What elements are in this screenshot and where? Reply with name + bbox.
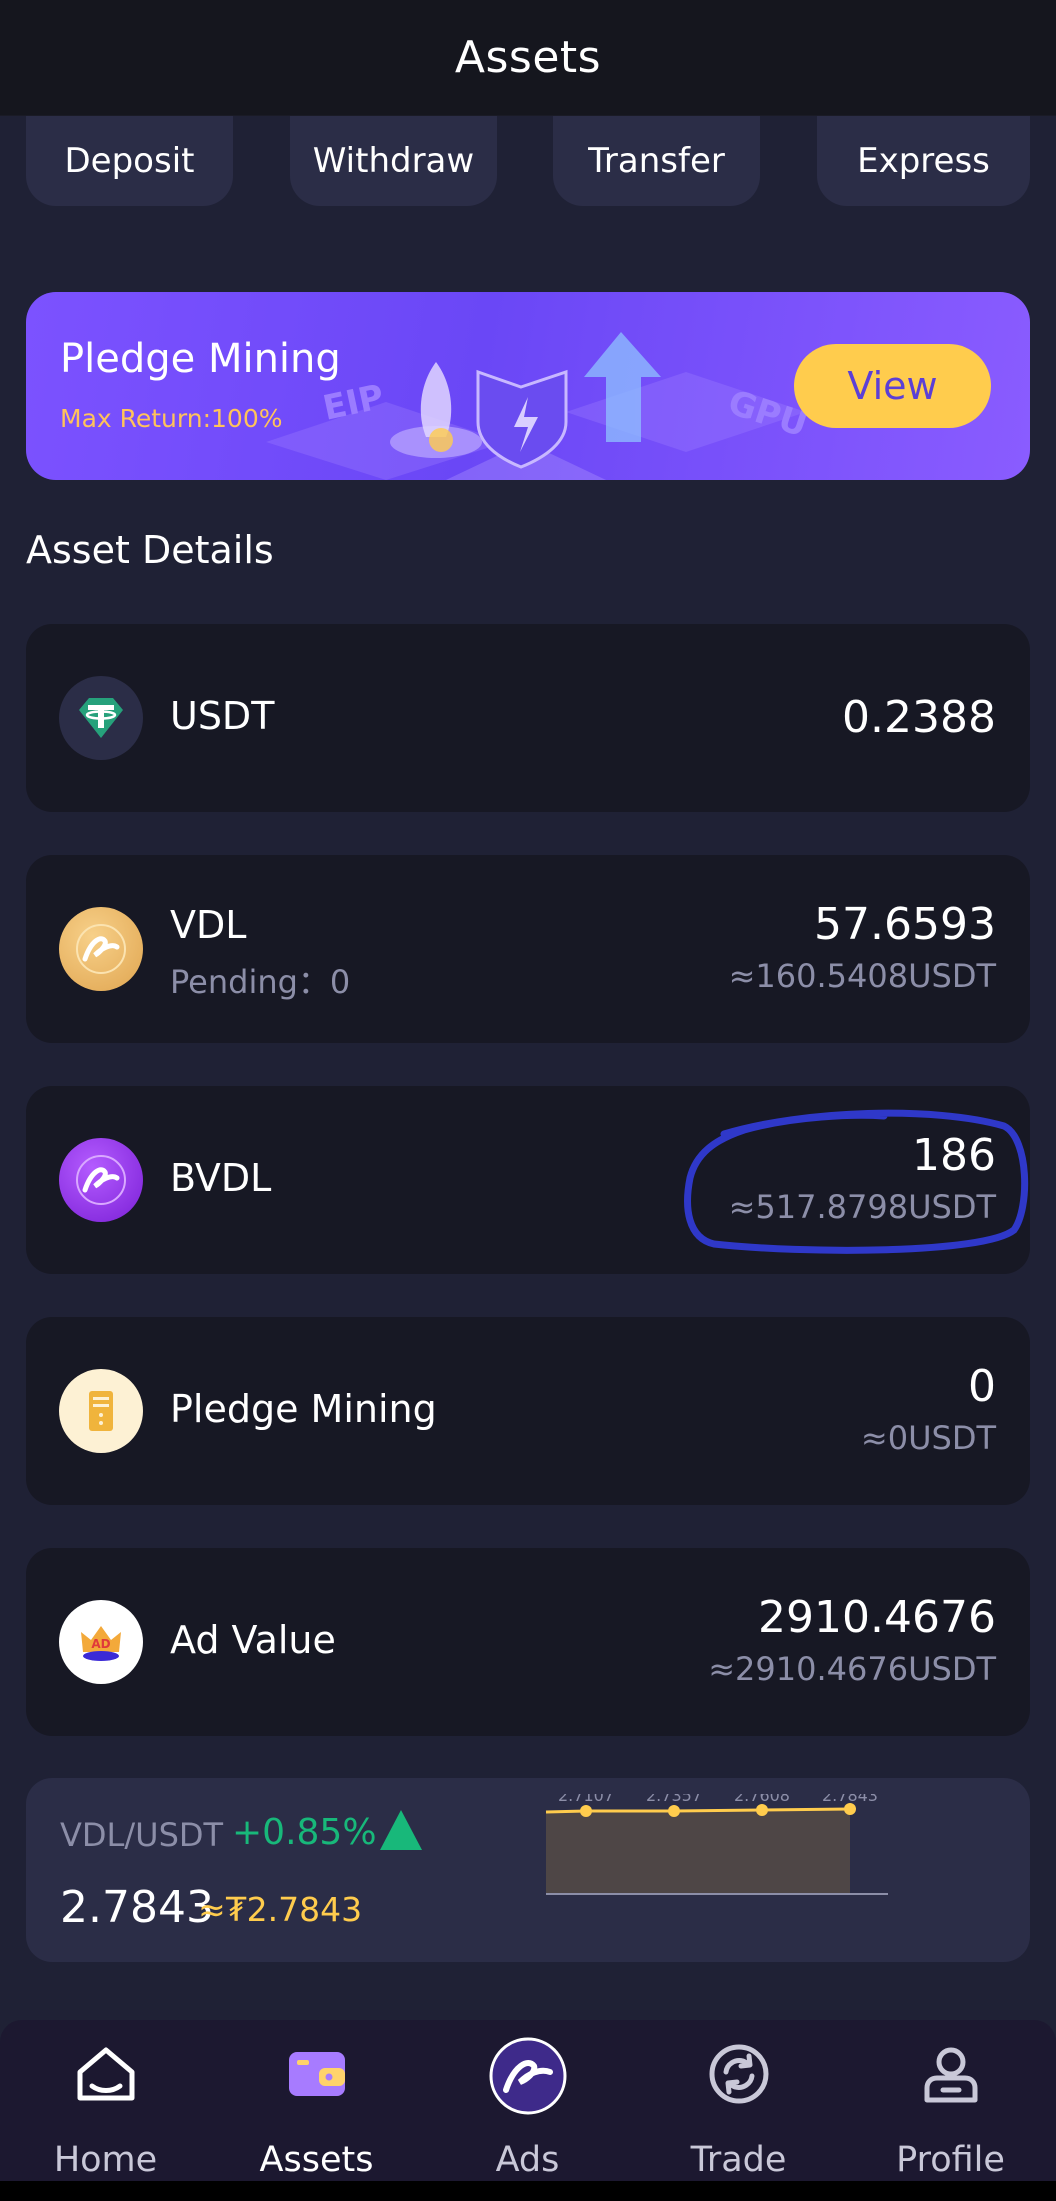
view-button[interactable]: View <box>794 344 991 428</box>
spark-label: 2.7357 <box>646 1794 702 1805</box>
spark-point <box>668 1805 680 1817</box>
page-title: Assets <box>454 32 602 83</box>
spark-point <box>756 1804 768 1816</box>
svg-text:AD: AD <box>91 1637 110 1651</box>
nav-label: Trade <box>690 2140 787 2180</box>
wallet-icon <box>289 2052 345 2096</box>
asset-card-pledge-mining[interactable]: Pledge Mining 0 ≈0USDT <box>26 1317 1030 1505</box>
asset-amount: 186 <box>912 1130 996 1181</box>
express-button[interactable]: Express <box>817 116 1030 206</box>
trend-up-icon <box>380 1810 422 1850</box>
asset-details-heading: Asset Details <box>26 528 274 572</box>
asset-usdt-value: ≈0USDT <box>860 1419 996 1457</box>
nav-label: Profile <box>896 2140 1005 2180</box>
asset-name: USDT <box>170 694 275 738</box>
asset-usdt-value: ≈160.5408USDT <box>728 957 996 995</box>
deposit-button[interactable]: Deposit <box>26 116 233 206</box>
spark-label: 2.7107 <box>558 1794 614 1805</box>
assets-page: Assets Deposit Withdraw Transfer Express… <box>0 0 1056 2201</box>
home-indicator-bar <box>0 2181 1056 2201</box>
nav-item-trade[interactable]: Trade <box>633 2020 844 2181</box>
home-icon <box>77 2047 135 2101</box>
asset-name: Pledge Mining <box>170 1387 437 1431</box>
nav-item-home[interactable]: Home <box>0 2020 211 2181</box>
ticker-change: +0.85% <box>232 1812 377 1853</box>
ticker-pair: VDL/USDT <box>60 1816 224 1854</box>
nav-label: Ads <box>495 2140 560 2180</box>
trade-refresh-icon <box>709 2044 769 2104</box>
banner-illustration: EIP GPU <box>266 332 812 480</box>
asset-card-vdl[interactable]: VDL Pending：0 57.6593 ≈160.5408USDT <box>26 855 1030 1043</box>
withdraw-button[interactable]: Withdraw <box>290 116 497 206</box>
nav-label: Home <box>53 2140 158 2180</box>
ad-crown-icon: AD <box>59 1600 143 1684</box>
transfer-button[interactable]: Transfer <box>553 116 760 206</box>
nav-item-ads[interactable]: Ads <box>422 2020 633 2181</box>
banner-subtitle: Max Return:100% <box>60 404 283 433</box>
pledge-mining-banner[interactable]: EIP GPU Pledge Mining Max Return:100% Vi… <box>26 292 1030 480</box>
asset-name: VDL <box>170 903 247 947</box>
bottom-navigation: Home Assets Ads Trade Profile <box>0 2020 1056 2181</box>
profile-icon <box>924 2047 978 2103</box>
nav-item-assets[interactable]: Assets <box>211 2020 422 2181</box>
tether-icon <box>59 676 143 760</box>
vdl-usdt-ticker-card[interactable]: VDL/USDT +0.85% 2.7843 ≈₮2.7843 2.7107 2… <box>26 1778 1030 1962</box>
action-buttons: Deposit Withdraw Transfer Express <box>26 116 1030 206</box>
spark-label: 2.7843 <box>822 1794 878 1805</box>
asset-name: BVDL <box>170 1156 272 1200</box>
asset-usdt-value: ≈517.8798USDT <box>728 1188 996 1226</box>
asset-card-usdt[interactable]: USDT 0.2388 <box>26 624 1030 812</box>
nav-item-profile[interactable]: Profile <box>845 2020 1056 2181</box>
asset-amount: 2910.4676 <box>758 1592 996 1643</box>
nav-label: Assets <box>259 2140 374 2180</box>
spark-label: 2.7608 <box>734 1794 790 1805</box>
asset-card-bvdl[interactable]: BVDL 186 ≈517.8798USDT <box>26 1086 1030 1274</box>
ticker-approx-price: ≈₮2.7843 <box>198 1890 363 1929</box>
bvdl-coin-icon <box>59 1138 143 1222</box>
vdl-coin-icon <box>59 907 143 991</box>
ticker-price: 2.7843 <box>60 1882 214 1933</box>
asset-card-ad-value[interactable]: AD Ad Value 2910.4676 ≈2910.4676USDT <box>26 1548 1030 1736</box>
asset-amount: 0 <box>968 1361 996 1412</box>
asset-name: Ad Value <box>170 1618 336 1662</box>
server-icon <box>59 1369 143 1453</box>
asset-amount: 0.2388 <box>842 692 996 743</box>
ads-logo-icon <box>489 2037 567 2115</box>
top-bar: Assets <box>0 0 1056 116</box>
asset-usdt-value: ≈2910.4676USDT <box>708 1650 996 1688</box>
price-sparkline: 2.7107 2.7357 2.7608 2.7843 <box>545 1794 888 1895</box>
banner-title: Pledge Mining <box>60 336 341 382</box>
asset-amount: 57.6593 <box>814 899 996 950</box>
spark-point <box>580 1805 592 1817</box>
pending-amount: Pending：0 <box>170 963 351 1001</box>
